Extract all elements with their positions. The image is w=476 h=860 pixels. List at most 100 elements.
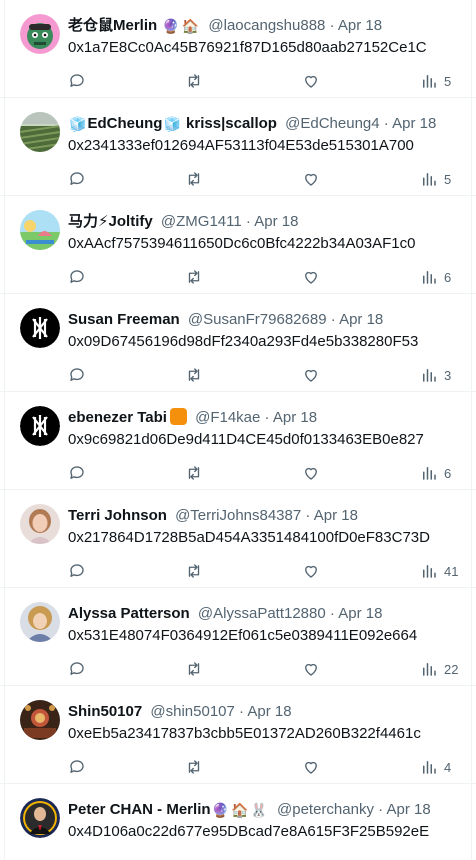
- user-handle[interactable]: @F14kae: [195, 409, 260, 426]
- reply-button[interactable]: [68, 267, 86, 287]
- reply-button[interactable]: [68, 659, 86, 679]
- display-name-extra[interactable]: kriss|scallop: [186, 115, 277, 132]
- retweet-button[interactable]: [185, 365, 203, 385]
- display-name[interactable]: ebenezer Tabi: [68, 409, 167, 426]
- views-button[interactable]: 5: [420, 169, 451, 189]
- views-button[interactable]: 5: [420, 71, 451, 91]
- tweet-item[interactable]: Shin50107 @shin50107 · Apr 18 0xeEb5a234…: [0, 686, 476, 784]
- display-name[interactable]: Susan Freeman: [68, 311, 180, 328]
- retweet-button[interactable]: [185, 659, 203, 679]
- curly-portrait-avatar-icon[interactable]: [20, 602, 60, 642]
- cartoon-landscape-avatar-icon[interactable]: [20, 210, 60, 250]
- zombie-avatar-icon[interactable]: [20, 14, 60, 54]
- like-button[interactable]: [302, 365, 320, 385]
- bar-chart-icon: [423, 467, 436, 480]
- tweet-item[interactable]: 🧊EdCheung🧊 kriss|scallop @EdCheung4 · Ap…: [0, 98, 476, 196]
- like-button[interactable]: [302, 561, 320, 581]
- separator-dot: ·: [383, 115, 389, 132]
- views-button[interactable]: 41: [420, 561, 458, 581]
- reply-icon: [70, 760, 84, 773]
- retweet-icon: [188, 760, 200, 774]
- tweet-item[interactable]: Peter CHAN - Merlin🔮 🏠 🐰 @peterchanky · Ap…: [0, 784, 476, 860]
- views-button[interactable]: 3: [420, 365, 451, 385]
- tweet-item[interactable]: Alyssa Patterson @AlyssaPatt12880 · Apr …: [0, 588, 476, 686]
- tweet-date[interactable]: Apr 18: [339, 311, 383, 328]
- display-name[interactable]: Terri Johnson: [68, 507, 167, 524]
- user-handle[interactable]: @SusanFr79682689: [188, 311, 327, 328]
- views-button[interactable]: 4: [420, 757, 451, 777]
- user-handle[interactable]: @laocangshu888: [208, 17, 325, 34]
- like-button[interactable]: [302, 267, 320, 287]
- reply-button[interactable]: [68, 561, 86, 581]
- black-logo-avatar-icon[interactable]: [20, 406, 60, 446]
- retweet-button[interactable]: [185, 757, 203, 777]
- bar-chart-icon: [423, 369, 436, 382]
- retweet-button[interactable]: [185, 71, 203, 91]
- display-name[interactable]: 老仓鼠Merlin: [68, 17, 157, 34]
- user-handle[interactable]: @shin50107: [150, 703, 234, 720]
- tweet-item[interactable]: Susan Freeman @SusanFr79682689 · Apr 18 …: [0, 294, 476, 392]
- display-name[interactable]: Peter CHAN - Merlin: [68, 801, 211, 818]
- retweet-button[interactable]: [185, 267, 203, 287]
- tweet-header: Terri Johnson @TerriJohns84387 · Apr 18: [68, 506, 452, 526]
- views-count: 6: [444, 465, 452, 481]
- reply-button[interactable]: [68, 365, 86, 385]
- reply-icon: [70, 270, 84, 283]
- display-name[interactable]: 马力⚡Joltify: [68, 213, 153, 230]
- tweet-date[interactable]: Apr 18: [254, 213, 298, 230]
- tweet-date[interactable]: Apr 18: [247, 703, 291, 720]
- views-count: 41: [444, 563, 459, 579]
- tweet-date[interactable]: Apr 18: [273, 409, 317, 426]
- like-button[interactable]: [302, 169, 320, 189]
- tweet-item[interactable]: 老仓鼠Merlin 🔮 🏠 @laocangshu888 · Apr 18 0x1…: [0, 0, 476, 98]
- bar-chart-icon: [423, 761, 436, 774]
- display-name[interactable]: Alyssa Patterson: [68, 605, 190, 622]
- house-emoji-icon: 🏠: [230, 802, 249, 818]
- reply-button[interactable]: [68, 169, 86, 189]
- black-logo-avatar-icon[interactable]: [20, 308, 60, 348]
- like-button[interactable]: [302, 463, 320, 483]
- ornate-avatar-icon[interactable]: [20, 700, 60, 740]
- tweet-date[interactable]: Apr 18: [338, 605, 382, 622]
- tweet-text: 0xAAcf7575394611650Dc6c0Bfc4222b34A03AF1…: [68, 235, 416, 252]
- retweet-button[interactable]: [185, 561, 203, 581]
- views-button[interactable]: 6: [420, 267, 451, 287]
- portrait-avatar-icon[interactable]: [20, 504, 60, 544]
- tweet-text: 0x09D67456196d98dFf2340a293Fd4e5b338280F…: [68, 333, 419, 350]
- retweet-button[interactable]: [185, 463, 203, 483]
- reply-button[interactable]: [68, 71, 86, 91]
- tweet-item[interactable]: ebenezer Tabi @F14kae · Apr 18 0x9c69821…: [0, 392, 476, 490]
- tweet-feed: 老仓鼠Merlin 🔮 🏠 @laocangshu888 · Apr 18 0x1…: [0, 0, 476, 860]
- user-handle[interactable]: @TerriJohns84387: [175, 507, 301, 524]
- user-handle[interactable]: @AlyssaPatt12880: [198, 605, 326, 622]
- like-button[interactable]: [302, 757, 320, 777]
- tweet-date[interactable]: Apr 18: [314, 507, 358, 524]
- tweet-item[interactable]: 马力⚡Joltify @ZMG1411 · Apr 18 0xAAcf75753…: [0, 196, 476, 294]
- ice-cube-emoji-icon: 🧊: [163, 116, 181, 132]
- crystal-ball-emoji-icon: 🔮: [211, 802, 229, 818]
- field-photo-avatar-icon[interactable]: [20, 112, 60, 152]
- reply-button[interactable]: [68, 463, 86, 483]
- retweet-icon: [188, 564, 200, 578]
- tweet-text: 0xeEb5a23417837b3cbb5E01372AD260B322f446…: [68, 725, 421, 742]
- like-button[interactable]: [302, 71, 320, 91]
- display-name[interactable]: EdCheung: [87, 115, 162, 132]
- views-button[interactable]: 22: [420, 659, 458, 679]
- user-handle[interactable]: @ZMG1411: [161, 213, 242, 230]
- tweet-item[interactable]: Terri Johnson @TerriJohns84387 · Apr 18 …: [0, 490, 476, 588]
- bar-chart-icon: [423, 75, 436, 88]
- tweet-date[interactable]: Apr 18: [392, 115, 436, 132]
- display-name[interactable]: Shin50107: [68, 703, 142, 720]
- retweet-button[interactable]: [185, 169, 203, 189]
- bar-chart-icon: [423, 173, 436, 186]
- user-handle[interactable]: @EdCheung4: [285, 115, 379, 132]
- suit-portrait-avatar-icon[interactable]: [20, 798, 60, 838]
- tweet-date[interactable]: Apr 18: [386, 801, 430, 818]
- user-handle[interactable]: @peterchanky: [277, 801, 374, 818]
- like-button[interactable]: [302, 659, 320, 679]
- tweet-date[interactable]: Apr 18: [338, 17, 382, 34]
- reply-icon: [70, 74, 84, 87]
- views-button[interactable]: 6: [420, 463, 451, 483]
- orange-square-badge-icon: [169, 408, 187, 425]
- reply-button[interactable]: [68, 757, 86, 777]
